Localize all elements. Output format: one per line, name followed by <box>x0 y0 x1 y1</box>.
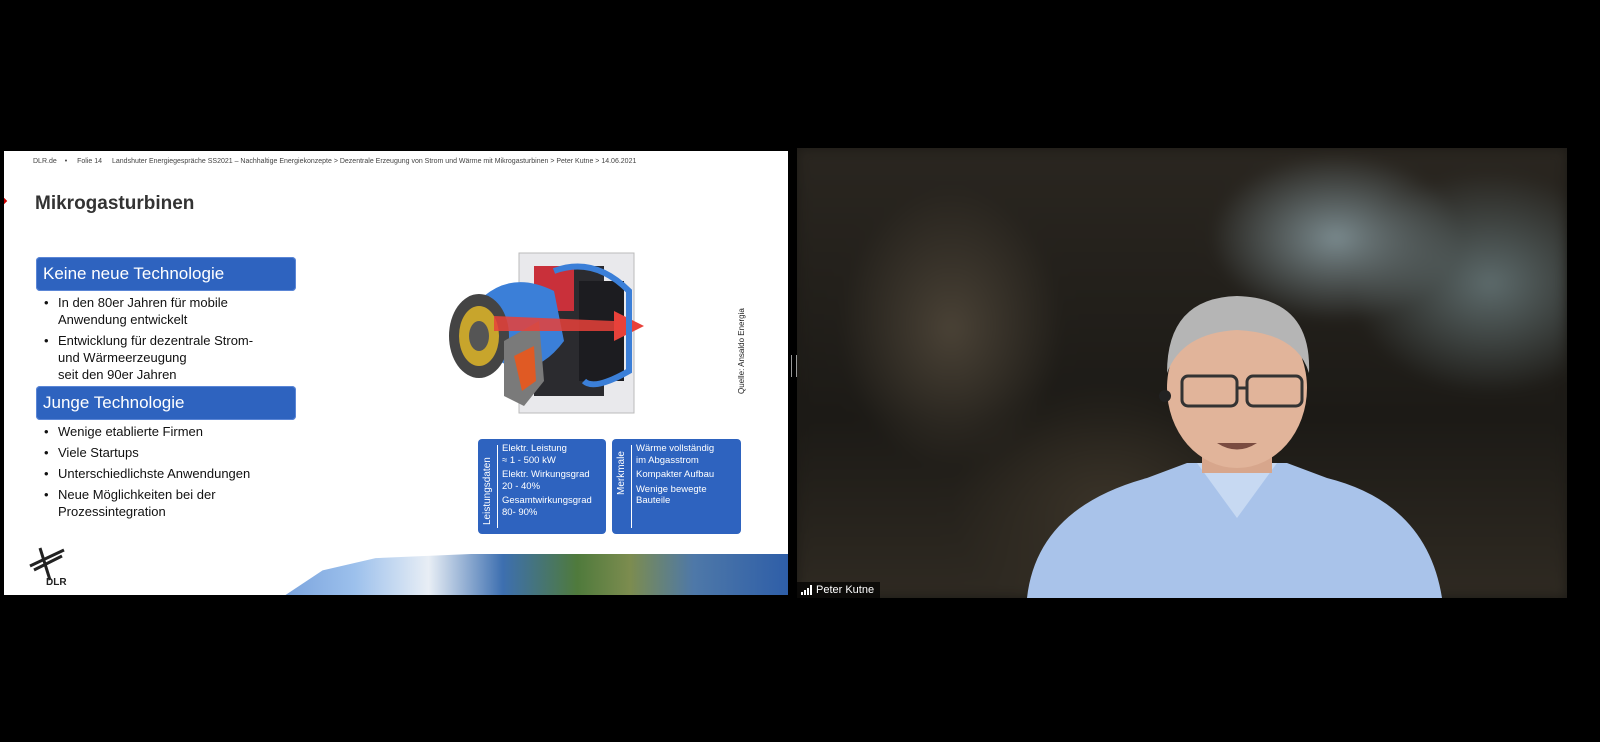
header-site: DLR.de <box>33 158 57 165</box>
leistungsdaten-values: Elektr. Leistung ≈ 1 - 500 kW Elektr. Wir… <box>502 443 592 518</box>
bullet-item: In den 80er Jahren für mobile Anwendung … <box>44 294 253 328</box>
bullet-item: Viele Startups <box>44 444 250 461</box>
bullet-list-2: Wenige etablierte Firmen Viele Startups … <box>44 423 250 524</box>
leistungsdaten-label: Leistungsdaten <box>482 457 493 525</box>
microturbine-illustration <box>449 252 644 414</box>
slide-title: Mikrogasturbinen <box>35 193 195 214</box>
svg-text:DLR: DLR <box>46 577 67 586</box>
heading-keine-neue-technologie: Keine neue Technologie <box>36 257 296 291</box>
bullet-item: Neue Möglichkeiten bei der Prozessintegr… <box>44 486 250 520</box>
participant-person <box>1027 296 1442 598</box>
signal-strength-icon <box>801 585 812 595</box>
slide-header: DLR.de • Folie 14 Landshuter Energiegespr… <box>33 158 637 165</box>
bullet-item: Entwicklung für dezentrale Strom- und Wä… <box>44 332 253 383</box>
earth-banner-image <box>285 554 788 595</box>
participant-name-bar: Peter Kutne <box>797 582 881 598</box>
header-path: Landshuter Energiegespräche SS2021 – Nac… <box>112 158 637 165</box>
source-caption: Quelle: Ansaldo Energia <box>737 308 746 394</box>
merkmale-values: Wärme vollständig im Abgasstrom Kompakter… <box>636 443 715 506</box>
heading-junge-technologie: Junge Technologie <box>36 386 296 420</box>
merkmale-label: Merkmale <box>616 451 627 495</box>
participant-video[interactable] <box>797 148 1567 598</box>
red-marker <box>4 196 8 206</box>
bullet-item: Unterschiedlichste Anwendungen <box>44 465 250 482</box>
bullet-item: Wenige etablierte Firmen <box>44 423 250 440</box>
leistungsdaten-panel: Leistungsdaten Elektr. Leistung ≈ 1 - 500… <box>478 439 606 534</box>
header-slide-number: Folie 14 <box>77 158 103 165</box>
dlr-logo: DLR <box>29 547 67 586</box>
merkmale-panel: Merkmale Wärme vollständig im Abgasstrom … <box>612 439 741 534</box>
participant-name: Peter Kutne <box>816 584 875 596</box>
bullet-list-1: In den 80er Jahren für mobile Anwendung … <box>44 294 253 387</box>
shared-screen-slide: DLR.de • Folie 14 Landshuter Energiegespr… <box>4 151 788 595</box>
